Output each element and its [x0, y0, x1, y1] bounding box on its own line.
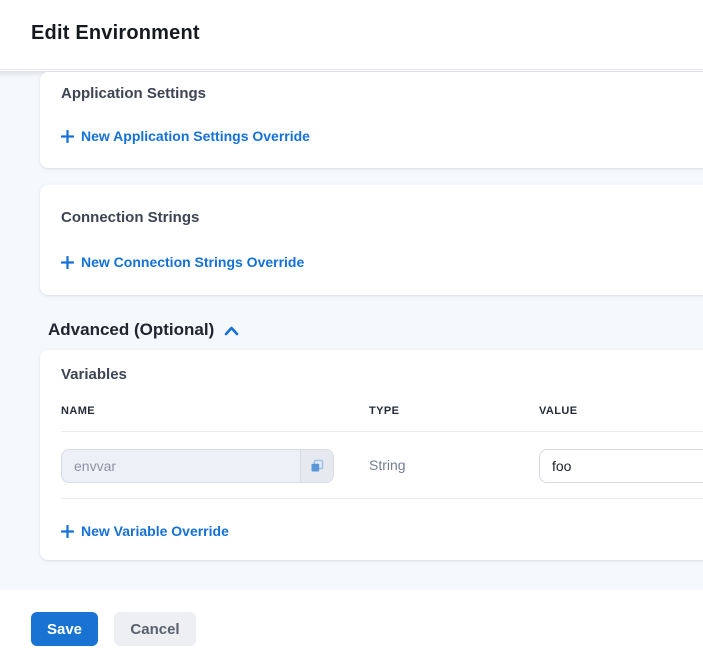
add-link-label: New Application Settings Override — [81, 128, 310, 144]
connection-strings-title: Connection Strings — [61, 209, 199, 226]
copy-icon — [310, 459, 324, 473]
variables-title: Variables — [61, 366, 127, 383]
advanced-optional-label: Advanced (Optional) — [48, 320, 214, 340]
copy-button[interactable] — [300, 450, 333, 482]
plus-icon — [61, 256, 74, 269]
variables-table-header: NAME TYPE VALUE — [40, 405, 703, 425]
variable-name-input-group — [61, 449, 334, 483]
new-application-settings-override-link[interactable]: New Application Settings Override — [61, 128, 310, 144]
column-header-value: VALUE — [539, 405, 577, 417]
variable-type-label: String — [369, 457, 406, 473]
add-link-label: New Connection Strings Override — [81, 254, 304, 270]
application-settings-card: Application Settings New Application Set… — [40, 72, 703, 168]
table-divider — [61, 431, 703, 432]
variable-value-input[interactable] — [539, 449, 703, 483]
column-header-name: NAME — [61, 405, 95, 417]
new-variable-override-link[interactable]: New Variable Override — [61, 523, 229, 539]
column-header-type: TYPE — [369, 405, 399, 417]
save-button[interactable]: Save — [31, 612, 98, 646]
edit-environment-form: Application Settings New Application Set… — [0, 71, 703, 590]
connection-strings-card: Connection Strings New Connection String… — [40, 185, 703, 295]
page-header: Edit Environment — [0, 0, 703, 70]
plus-icon — [61, 525, 74, 538]
cancel-button[interactable]: Cancel — [114, 612, 196, 646]
page-title: Edit Environment — [31, 22, 200, 45]
variable-row: String — [40, 449, 703, 483]
table-divider — [61, 498, 703, 499]
advanced-optional-toggle[interactable]: Advanced (Optional) — [48, 320, 239, 340]
form-footer: Save Cancel — [0, 590, 703, 651]
add-link-label: New Variable Override — [81, 523, 229, 539]
plus-icon — [61, 130, 74, 143]
variable-name-input[interactable] — [62, 450, 300, 482]
variables-card: Variables NAME TYPE VALUE String — [40, 350, 703, 560]
chevron-up-icon — [224, 326, 239, 336]
application-settings-title: Application Settings — [61, 85, 206, 102]
new-connection-strings-override-link[interactable]: New Connection Strings Override — [61, 254, 304, 270]
